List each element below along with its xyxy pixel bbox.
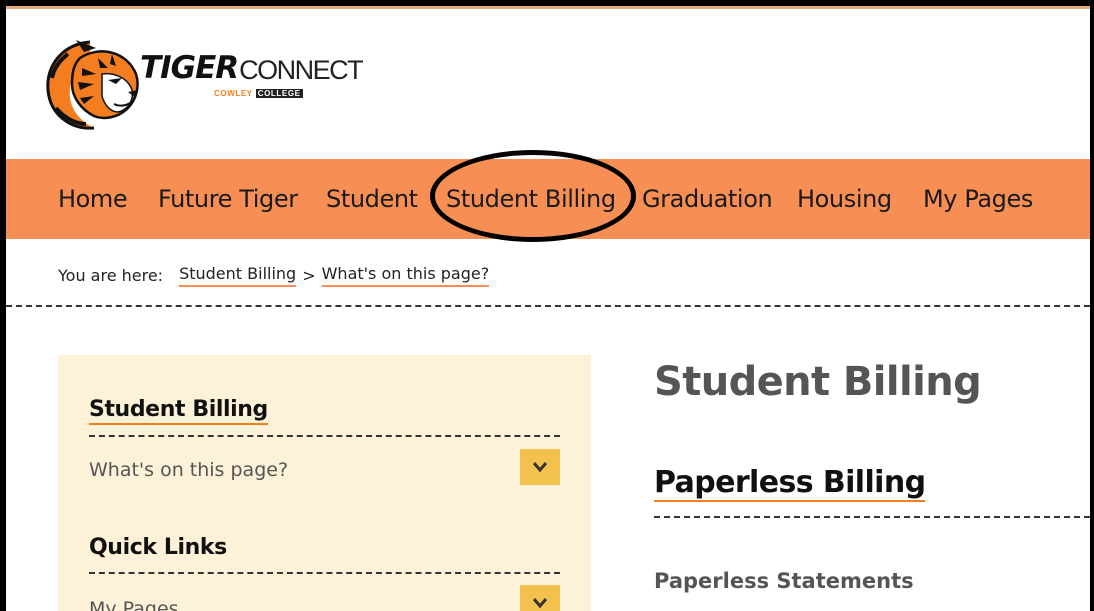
- sidebar-heading-student-billing[interactable]: Student Billing: [89, 397, 268, 425]
- nav-item-student[interactable]: Student: [326, 185, 418, 213]
- nav-item-home[interactable]: Home: [58, 185, 128, 213]
- sidebar-toggle-button[interactable]: [520, 585, 560, 611]
- nav-item-housing[interactable]: Housing: [797, 185, 892, 213]
- section-divider: [654, 516, 1094, 518]
- sidebar: Student Billing What's on this page? Qui…: [58, 355, 591, 611]
- site-header: TIGER CONNECT COWLEY COLLEGE: [6, 9, 1094, 159]
- sidebar-heading-label: Student Billing: [89, 397, 268, 425]
- breadcrumb-separator: >: [302, 266, 316, 285]
- logo-word-tiger: TIGER: [140, 50, 239, 86]
- browser-viewport: TIGER CONNECT COWLEY COLLEGE Home Future…: [6, 6, 1094, 611]
- logo-word-college: COLLEGE: [255, 89, 303, 98]
- nav-item-student-billing[interactable]: Student Billing: [446, 185, 616, 213]
- sidebar-divider: [89, 572, 560, 574]
- nav-item-future-tiger[interactable]: Future Tiger: [158, 185, 298, 213]
- nav-item-graduation[interactable]: Graduation: [642, 185, 773, 213]
- logo-word-cowley: COWLEY: [214, 89, 253, 98]
- main-nav: Home Future Tiger Student Student Billin…: [6, 159, 1094, 239]
- logo-word-connect: CONNECT: [239, 55, 364, 85]
- subsection-title: Paperless Statements: [654, 569, 914, 593]
- tiger-head-icon: [46, 40, 139, 130]
- breadcrumb-divider: [6, 305, 1094, 307]
- section-title: Paperless Billing: [654, 465, 926, 502]
- sidebar-divider: [89, 435, 560, 437]
- tigerconnect-logo[interactable]: TIGER CONNECT COWLEY COLLEGE: [42, 38, 364, 136]
- chevron-down-icon: [532, 462, 548, 473]
- sidebar-link-my-pages[interactable]: My Pages: [89, 598, 179, 611]
- chevron-down-icon: [532, 598, 548, 609]
- section-title-label: Paperless Billing: [654, 465, 926, 502]
- sidebar-link-whats-on-page[interactable]: What's on this page?: [89, 459, 288, 481]
- page-title: Student Billing: [654, 359, 982, 405]
- sidebar-heading-quick-links[interactable]: Quick Links: [89, 535, 227, 560]
- logo-wordmark: TIGER CONNECT: [140, 50, 364, 86]
- logo-subtitle: COWLEY COLLEGE: [214, 89, 303, 98]
- nav-item-my-pages[interactable]: My Pages: [923, 185, 1033, 213]
- screenshot-border: [1090, 0, 1094, 611]
- breadcrumb-link-whats-on-page[interactable]: What's on this page?: [321, 264, 490, 287]
- sidebar-toggle-button[interactable]: [520, 449, 560, 485]
- breadcrumb: You are here: Student Billing > What's o…: [58, 264, 490, 287]
- breadcrumb-link-student-billing[interactable]: Student Billing: [179, 264, 297, 287]
- breadcrumb-prefix: You are here:: [58, 266, 164, 285]
